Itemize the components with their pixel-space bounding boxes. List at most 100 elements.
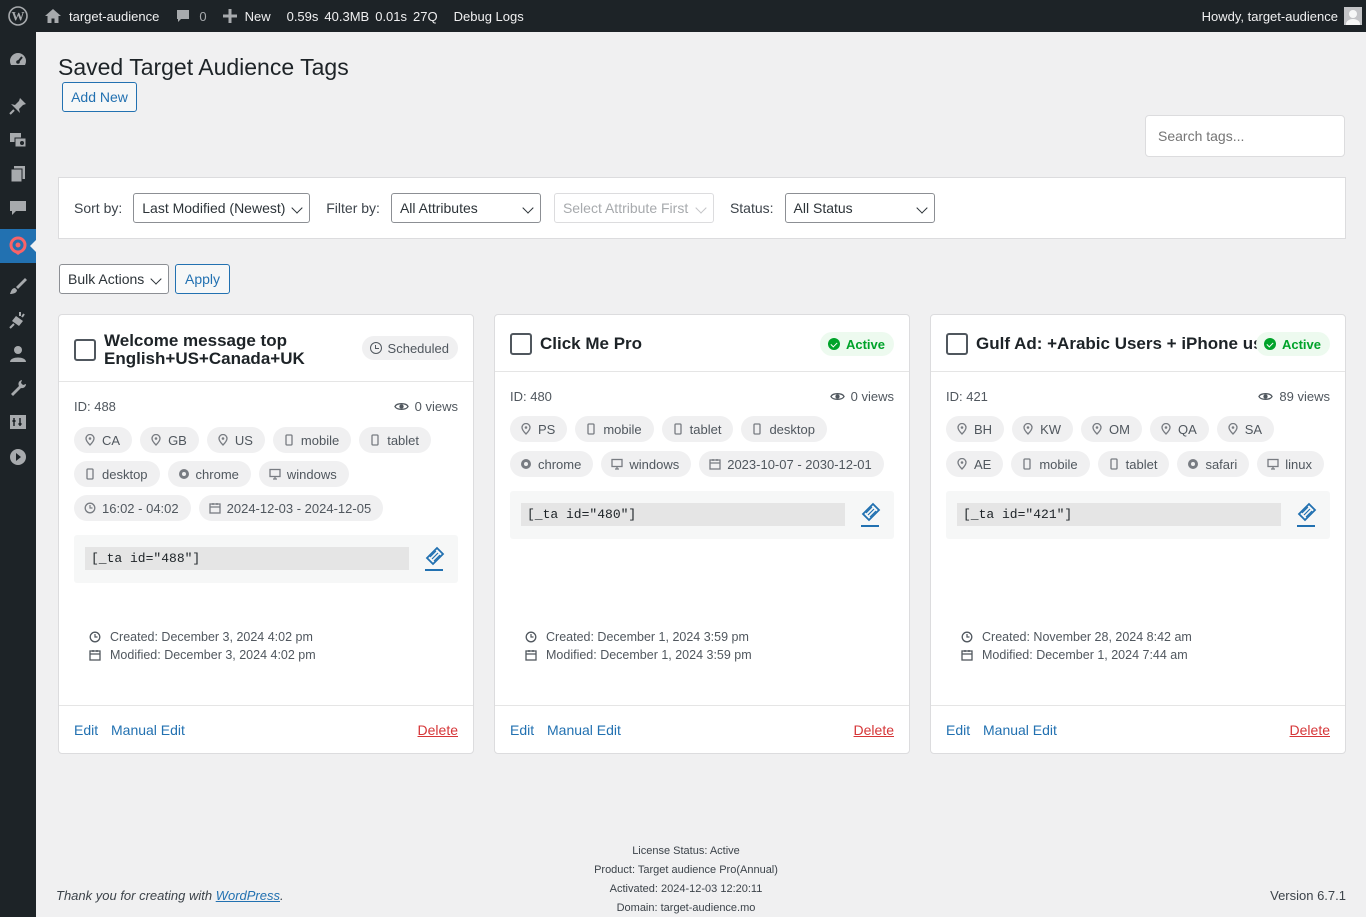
status-text: Active — [845, 336, 885, 352]
collapse-menu-icon[interactable] — [0, 440, 36, 474]
appearance-brush-icon[interactable] — [0, 269, 36, 303]
tools-wrench-icon[interactable] — [0, 371, 36, 405]
stat-query-time: 0.01s — [375, 8, 408, 24]
dashboard-icon[interactable] — [0, 43, 36, 77]
new-content-link[interactable]: New — [215, 0, 279, 32]
shortcode-box: [_ta id="421"] — [946, 491, 1330, 539]
card-id: ID: 480 — [510, 389, 552, 404]
eye-icon — [1258, 393, 1274, 400]
posts-pin-icon[interactable] — [0, 89, 36, 123]
comments-icon[interactable] — [0, 191, 36, 225]
license-domain: Domain: target-audience.mo — [616, 902, 756, 914]
my-account-link[interactable]: Howdy, target-audience — [1194, 0, 1366, 32]
shortcode-text[interactable]: [_ta id="488"] — [85, 547, 409, 570]
manual-edit-link[interactable]: Manual Edit — [983, 722, 1057, 738]
attribute-chips: CA GB US mobile tablet desktop chrome wi… — [74, 427, 464, 521]
calendar-icon — [525, 650, 537, 661]
chip-label: US — [234, 432, 253, 448]
chip-date-range: 2023-10-07 - 2030-12-01 — [699, 451, 884, 477]
edit-link[interactable]: Edit — [510, 722, 534, 738]
status-badge: Active — [1255, 332, 1330, 356]
modified-date: Modified: December 1, 2024 3:59 pm — [546, 648, 752, 662]
select-checkbox[interactable] — [510, 333, 532, 355]
pages-icon[interactable] — [0, 157, 36, 191]
manual-edit-link[interactable]: Manual Edit — [547, 722, 621, 738]
chip-device: mobile — [575, 416, 654, 442]
sort-select[interactable]: Last Modified (Newest) — [133, 193, 311, 223]
modified-date: Modified: December 3, 2024 4:02 pm — [110, 648, 316, 662]
wordpress-logo-icon[interactable]: W — [0, 0, 36, 32]
chip-label: desktop — [102, 466, 148, 482]
media-icon[interactable] — [0, 123, 36, 157]
stat-memory: 40.3MB — [324, 8, 370, 24]
site-name-link[interactable]: target-audience — [36, 0, 167, 32]
chip-label: mobile — [1039, 456, 1078, 472]
chip-label: linux — [1285, 456, 1312, 472]
chip-country: CA — [74, 427, 133, 453]
status-text: Scheduled — [387, 340, 449, 356]
card-title-line: Gulf Ad: +Arabic Users + iPhone user — [976, 334, 1279, 353]
chip-device: desktop — [741, 416, 827, 442]
select-checkbox[interactable] — [946, 333, 968, 355]
apply-button[interactable]: Apply — [175, 264, 230, 294]
calendar-icon — [208, 503, 221, 514]
plus-icon — [222, 9, 237, 23]
views-text: 0 views — [850, 389, 894, 404]
wordpress-link[interactable]: WordPress — [216, 888, 280, 903]
comment-icon — [177, 10, 190, 22]
add-new-button[interactable]: Add New — [62, 82, 137, 112]
views-count: 0 views — [393, 399, 458, 414]
settings-icon[interactable] — [0, 405, 36, 439]
bulk-actions-select[interactable]: Bulk Actions — [59, 264, 169, 294]
attribute-filter-select[interactable]: All Attributes — [390, 193, 541, 223]
chip-label: 16:02 - 04:02 — [102, 500, 179, 516]
delete-link[interactable]: Delete — [1290, 722, 1330, 738]
plugins-icon[interactable] — [0, 303, 36, 337]
chip-label: SA — [1244, 421, 1263, 437]
location-pin-icon — [957, 458, 967, 470]
status-select[interactable]: All Status — [784, 193, 935, 223]
svg-text:W: W — [12, 9, 25, 24]
comments-link[interactable]: 0 — [167, 0, 214, 32]
clock-icon — [89, 631, 101, 643]
card-footer: Edit Manual Edit Delete — [59, 705, 473, 753]
filter-label: Filter by: — [326, 200, 380, 216]
copy-shortcode-icon[interactable] — [1295, 502, 1317, 528]
chevron-down-icon — [522, 202, 534, 214]
location-pin-icon — [1023, 423, 1033, 435]
card-title[interactable]: Click Me Pro — [540, 335, 642, 353]
check-circle-icon — [1263, 338, 1276, 350]
shortcode-text[interactable]: [_ta id="421"] — [957, 503, 1281, 526]
card-title[interactable]: Welcome message top English+US+Canada+UK — [104, 332, 305, 368]
attribute-value: Select Attribute First — [562, 200, 689, 216]
delete-link[interactable]: Delete — [418, 722, 458, 738]
select-checkbox[interactable] — [74, 339, 96, 361]
edit-link[interactable]: Edit — [946, 722, 970, 738]
copy-shortcode-icon[interactable] — [859, 502, 881, 528]
stat-time: 0.59s — [286, 8, 319, 24]
debug-logs-link[interactable]: Debug Logs — [446, 0, 532, 32]
chip-country: SA — [1216, 416, 1275, 442]
clock-icon — [84, 502, 96, 514]
card-title[interactable]: Gulf Ad: +Arabic Users + iPhone user — [976, 335, 1279, 353]
delete-link[interactable]: Delete — [854, 722, 894, 738]
edit-link[interactable]: Edit — [74, 722, 98, 738]
attribute-value-select: Select Attribute First — [553, 193, 714, 223]
device-icon — [673, 423, 682, 435]
manual-edit-link[interactable]: Manual Edit — [111, 722, 185, 738]
license-product: Product: Target audience Pro(Annual) — [594, 864, 778, 876]
location-pin-icon — [151, 434, 161, 446]
filter-bar: Sort by: Last Modified (Newest) Filter b… — [58, 177, 1346, 239]
query-monitor-stats[interactable]: 0.59s 40.3MB 0.01s 27Q — [279, 0, 446, 32]
chip-country: GB — [140, 427, 199, 453]
copy-shortcode-icon[interactable] — [423, 546, 445, 572]
chip-country: BH — [946, 416, 1005, 442]
chip-browser: chrome — [167, 461, 251, 487]
search-input[interactable] — [1145, 115, 1345, 157]
shortcode-text[interactable]: [_ta id="480"] — [521, 503, 845, 526]
chevron-down-icon — [150, 273, 162, 285]
target-audience-menu-icon[interactable] — [0, 229, 36, 263]
card-meta: Created: December 3, 2024 4:02 pm Modifi… — [89, 628, 316, 664]
browser-icon — [521, 459, 531, 469]
users-icon[interactable] — [0, 337, 36, 371]
